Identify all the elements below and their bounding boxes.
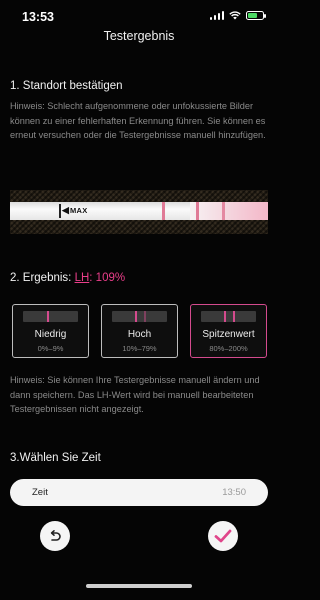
section-location-title: 1. Standort bestätigen xyxy=(10,80,123,92)
level-card-low[interactable]: Niedrig 0%–9% xyxy=(12,304,89,358)
result-prefix: 2. Ergebnis: xyxy=(10,272,75,284)
wifi-icon xyxy=(229,11,241,20)
status-time: 13:53 xyxy=(22,10,54,24)
level-range: 0%–9% xyxy=(37,344,64,353)
result-line: 2. Ergebnis: LH: 109% xyxy=(10,272,125,284)
location-hint: Hinweis: Schlecht aufgenommene oder unfo… xyxy=(10,101,266,140)
time-value: 13:50 xyxy=(222,487,246,498)
level-card-high[interactable]: Hoch 10%–79% xyxy=(101,304,178,358)
home-indicator xyxy=(86,584,192,588)
level-name: Spitzenwert xyxy=(202,329,255,340)
level-name: Hoch xyxy=(127,329,152,340)
page-title: Testergebnis xyxy=(103,29,175,43)
level-range: 80%–200% xyxy=(209,344,248,353)
section-time-title: 3.Wählen Sie Zeit xyxy=(10,452,101,464)
confirm-button[interactable] xyxy=(208,521,238,551)
lh-value: : 109% xyxy=(89,272,126,284)
strip-max-label: MAX xyxy=(70,206,88,215)
lh-link[interactable]: LH xyxy=(75,272,90,284)
level-card-peak[interactable]: Spitzenwert 80%–200% xyxy=(190,304,267,358)
battery-icon xyxy=(246,11,266,20)
test-strip-image: ◀ MAX xyxy=(10,190,268,234)
undo-icon xyxy=(50,530,61,541)
arrow-left-icon: ◀ xyxy=(62,205,69,215)
result-hint: Hinweis: Sie können Ihre Testergebnisse … xyxy=(10,375,260,414)
status-icons xyxy=(209,11,266,20)
time-picker[interactable]: Zeit 13:50 xyxy=(10,479,268,506)
back-button[interactable] xyxy=(40,521,70,551)
level-range: 10%–79% xyxy=(122,344,157,353)
time-label: Zeit xyxy=(32,487,48,498)
level-name: Niedrig xyxy=(34,329,67,340)
checkmark-icon xyxy=(214,529,232,543)
signal-icon xyxy=(209,11,224,20)
